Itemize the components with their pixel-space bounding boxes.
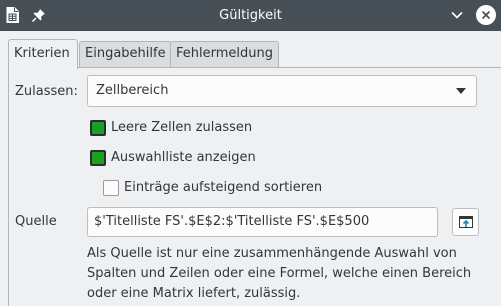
shrink-dialog-button[interactable] <box>452 208 479 236</box>
title-bar: Gültigkeit <box>0 0 501 31</box>
hint-line: Als Quelle ist nur eine zusammenhängende… <box>87 246 457 261</box>
tab-kriterien[interactable]: Kriterien <box>8 39 78 69</box>
source-label: Quelle <box>15 214 57 229</box>
allow-empty-cells-checkbox[interactable]: Leere Zellen zulassen <box>90 119 290 137</box>
allow-dropdown-value: Zellbereich <box>96 83 169 98</box>
chevron-down-icon <box>451 11 463 19</box>
source-hint-text: Als Quelle ist nur eine zusammenhängende… <box>87 244 487 304</box>
tab-fehlermeldung[interactable]: Fehlermeldung <box>170 41 279 68</box>
source-input[interactable]: $'Titelliste FS'.$E$2:$'Titelliste FS'.$… <box>87 207 438 237</box>
show-selection-list-label: Auswahlliste anzeigen <box>111 150 256 165</box>
checkbox-checked-icon <box>90 150 106 166</box>
tab-eingabehilfe[interactable]: Eingabehilfe <box>79 41 172 68</box>
checkbox-checked-icon <box>90 120 106 136</box>
minimize-button[interactable] <box>447 5 467 25</box>
checkbox-unchecked-icon <box>103 180 119 196</box>
shrink-dialog-icon <box>458 216 473 228</box>
hint-line: Spalten und Zeilen oder eine Formel, wel… <box>87 266 472 281</box>
close-icon <box>481 10 491 20</box>
window-title: Gültigkeit <box>219 8 282 23</box>
dropdown-arrow-icon <box>456 88 466 94</box>
allow-empty-cells-label: Leere Zellen zulassen <box>111 120 253 135</box>
close-button[interactable] <box>476 5 496 25</box>
sort-ascending-label: Einträge aufsteigend sortieren <box>124 180 323 195</box>
sort-ascending-checkbox[interactable]: Einträge aufsteigend sortieren <box>103 179 333 197</box>
hint-line: oder eine Matrix liefert, zulässig. <box>87 286 301 301</box>
show-selection-list-checkbox[interactable]: Auswahlliste anzeigen <box>90 149 290 167</box>
allow-dropdown[interactable]: Zellbereich <box>87 75 477 107</box>
allow-label: Zulassen: <box>15 84 78 99</box>
